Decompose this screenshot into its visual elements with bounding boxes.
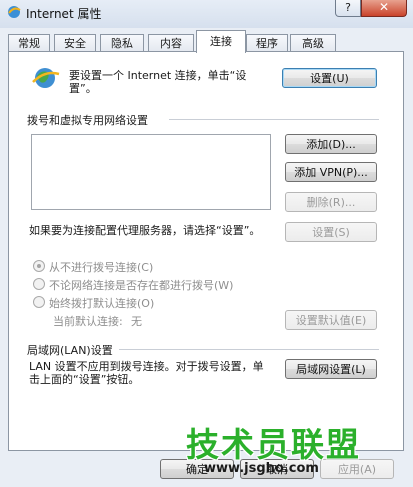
dialup-section-title: 拨号和虚拟专用网络设置 xyxy=(27,114,148,127)
close-button[interactable]: ✕ xyxy=(361,0,407,17)
set-default-button[interactable]: 设置默认值(E) xyxy=(285,310,377,330)
dialup-settings-button[interactable]: 设置(S) xyxy=(285,222,377,242)
tab-security[interactable]: 安全 xyxy=(54,34,96,52)
tab-connections[interactable]: 连接 xyxy=(196,30,246,53)
tab-content[interactable]: 内容 xyxy=(148,34,194,52)
current-default-value: 无 xyxy=(131,315,142,328)
watermark-title: 技术员联盟 xyxy=(186,425,361,464)
help-button[interactable]: ? xyxy=(335,0,361,17)
add-button[interactable]: 添加(D)... xyxy=(285,134,377,154)
watermark-url: www.jsgho.com xyxy=(204,461,319,476)
globe-network-icon xyxy=(32,68,60,88)
current-default-label: 当前默认连接: xyxy=(53,315,123,328)
tab-advanced[interactable]: 高级 xyxy=(290,34,336,52)
radio-label: 始终拨打默认连接(O) xyxy=(49,297,155,310)
tab-general[interactable]: 常规 xyxy=(8,34,50,52)
tab-privacy[interactable]: 隐私 xyxy=(100,34,144,52)
lan-instruction: LAN 设置不应用到拨号连接。对于拨号设置，单击上面的“设置”按钮。 xyxy=(29,360,264,386)
radio-label: 从不进行拨号连接(C) xyxy=(49,261,154,274)
radio-indicator xyxy=(33,278,45,290)
proxy-instruction: 如果要为连接配置代理服务器，请选择“设置”。 xyxy=(29,224,261,237)
setup-instruction: 要设置一个 Internet 连接，单击“设置”。 xyxy=(69,69,247,95)
tab-strip: 常规 安全 隐私 内容 连接 程序 高级 xyxy=(0,30,413,53)
internet-explorer-icon xyxy=(8,6,21,18)
lan-settings-button[interactable]: 局域网设置(L) xyxy=(285,359,377,379)
lan-section-title: 局域网(LAN)设置 xyxy=(27,344,113,357)
connections-list[interactable] xyxy=(31,134,271,210)
site-watermark: 技术员联盟 www.jsgho.com xyxy=(186,418,406,484)
radio-indicator xyxy=(33,260,45,272)
title-bar: Internet 属性 ? ✕ xyxy=(0,0,413,28)
setup-button[interactable]: 设置(U) xyxy=(282,68,377,88)
section-divider xyxy=(119,349,379,350)
add-vpn-button[interactable]: 添加 VPN(P)... xyxy=(285,162,377,182)
radio-indicator xyxy=(33,296,45,308)
connections-panel: 要设置一个 Internet 连接，单击“设置”。 设置(U) 拨号和虚拟专用网… xyxy=(8,51,404,451)
radio-label: 不论网络连接是否存在都进行拨号(W) xyxy=(49,279,234,292)
section-divider xyxy=(169,119,379,120)
window-title: Internet 属性 xyxy=(26,7,102,21)
tab-programs[interactable]: 程序 xyxy=(246,34,288,52)
remove-button[interactable]: 删除(R)... xyxy=(285,192,377,212)
